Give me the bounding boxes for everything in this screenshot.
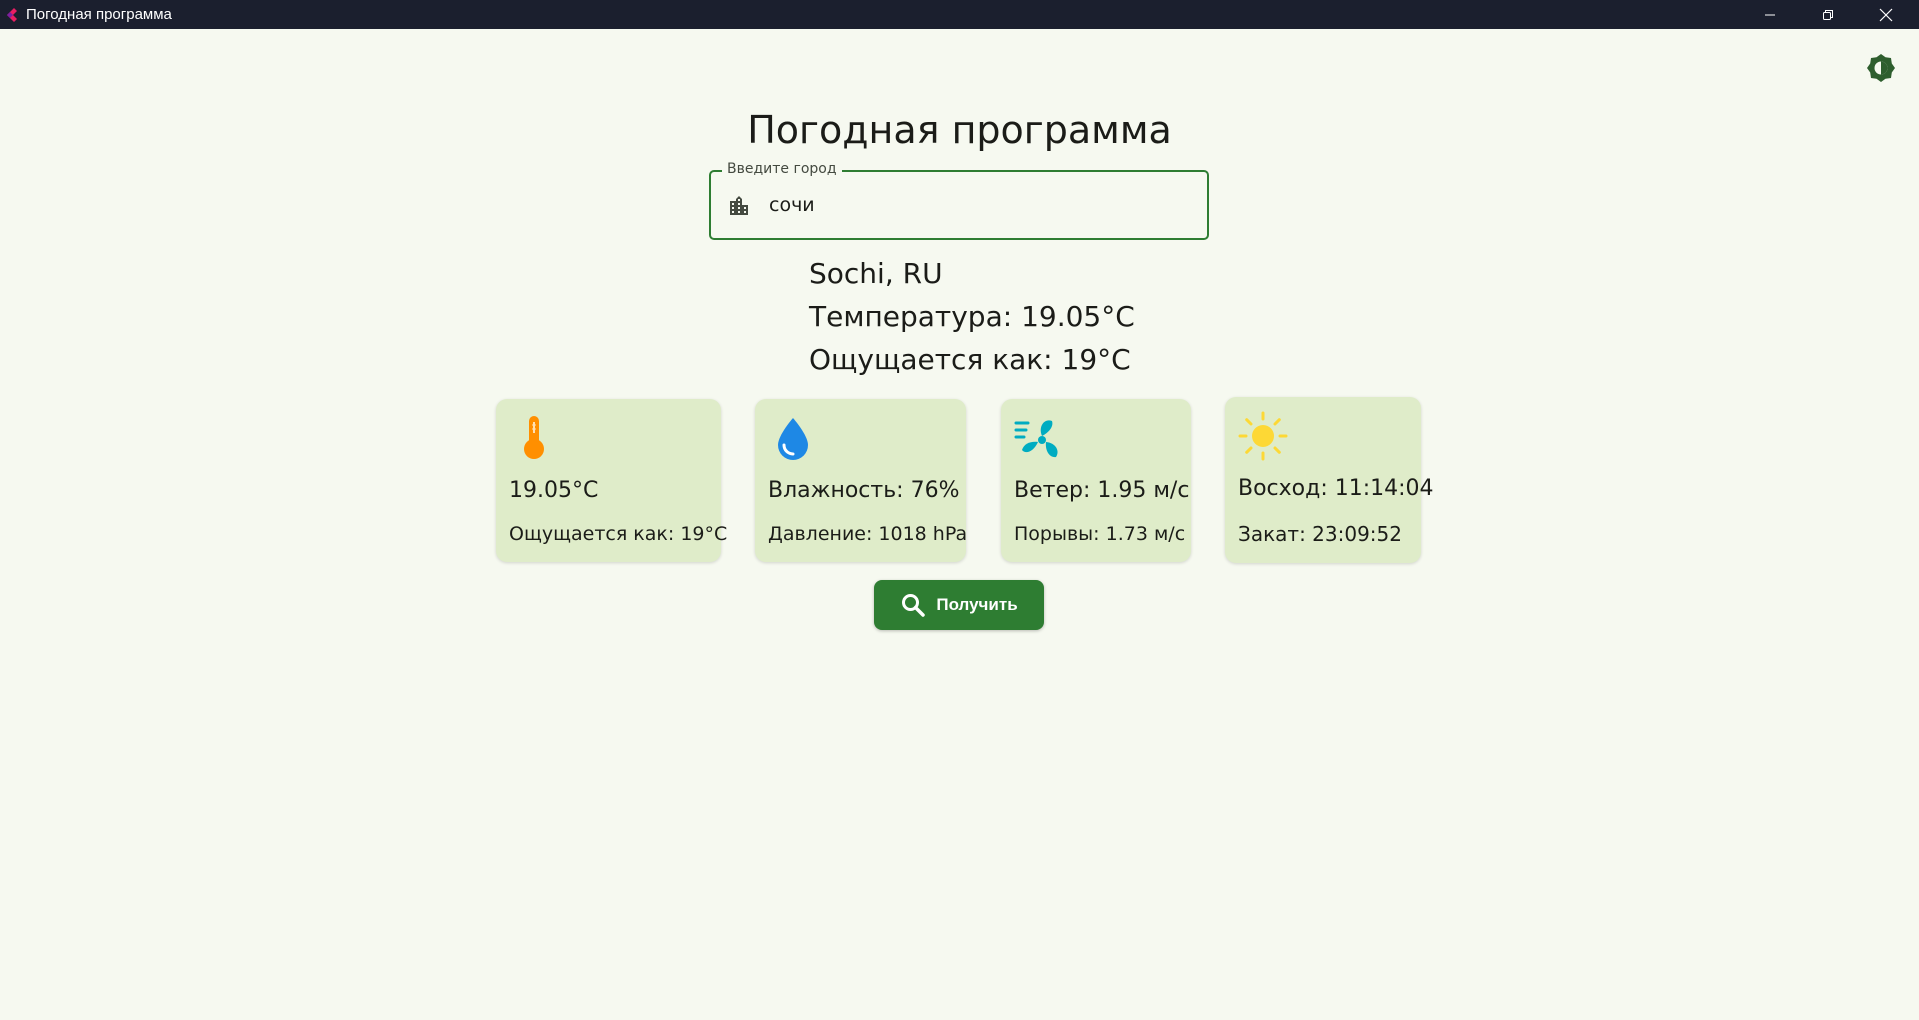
close-icon: [1879, 8, 1893, 21]
card-humidity-value: Влажность: 76%: [768, 478, 960, 503]
card-gusts-value: Порывы: 1.73 м/с: [1014, 523, 1186, 545]
search-icon: [902, 594, 926, 617]
location-text: Sochi, RU: [809, 257, 943, 290]
wind-card: Ветер: 1.95 м/с Порывы: 1.73 м/с: [1001, 399, 1191, 562]
card-temperature-value: 19.05°C: [509, 478, 599, 503]
app-logo-icon: [7, 7, 17, 22]
card-wind-value: Ветер: 1.95 м/с: [1014, 478, 1190, 503]
city-icon: [730, 196, 748, 215]
restore-button[interactable]: [1799, 0, 1857, 29]
window-title: Погодная программа: [26, 6, 172, 23]
thermometer-icon: [524, 416, 544, 459]
feels-like-text: Ощущается как: 19°C: [809, 343, 1131, 376]
sun-card: Восход: 11:14:04 Закат: 23:09:52: [1225, 397, 1434, 563]
theme-toggle-button[interactable]: [1864, 51, 1898, 85]
fetch-weather-button[interactable]: Получить: [874, 580, 1044, 630]
city-input-label: Введите город: [722, 161, 842, 177]
brightness-icon: [1867, 54, 1895, 82]
sun-icon: [1238, 411, 1288, 461]
restore-icon: [1823, 9, 1833, 20]
minimize-icon: [1765, 14, 1775, 15]
wind-fan-icon: [1014, 420, 1058, 458]
humidity-card: Влажность: 76% Давление: 1018 hPa: [755, 399, 968, 562]
close-button[interactable]: [1857, 0, 1915, 29]
city-input-value[interactable]: сочи: [769, 194, 815, 216]
card-sunrise-value: Восход: 11:14:04: [1238, 476, 1434, 501]
window-titlebar: Погодная программа: [0, 0, 1919, 29]
temperature-card: 19.05°C Ощущается как: 19°C: [496, 399, 727, 562]
card-sunset-value: Закат: 23:09:52: [1238, 522, 1402, 546]
fetch-button-label: Получить: [936, 595, 1018, 614]
city-input-field[interactable]: Введите город сочи: [709, 161, 1209, 240]
page-title: Погодная программа: [747, 108, 1172, 152]
water-drop-icon: [778, 418, 808, 460]
minimize-button[interactable]: [1741, 0, 1799, 29]
card-pressure-value: Давление: 1018 hPa: [768, 523, 968, 545]
card-feels-like-value: Ощущается как: 19°C: [509, 523, 728, 545]
temperature-text: Температура: 19.05°C: [809, 300, 1135, 333]
